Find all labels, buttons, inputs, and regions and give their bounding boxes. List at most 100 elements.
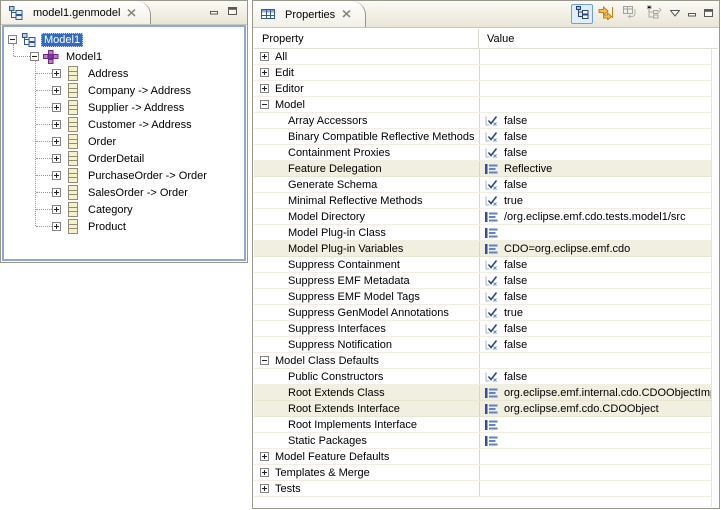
property-value-cell[interactable]: false [479,369,718,384]
expand-icon[interactable] [52,120,61,129]
expand-icon[interactable] [52,154,61,163]
property-value-cell[interactable]: false [479,273,718,288]
property-row-containment-proxies[interactable]: Containment Proxiesfalse [254,145,718,161]
property-value-cell[interactable] [479,417,718,432]
tree-item-order[interactable]: Order [4,133,244,150]
property-row-suppress-containment[interactable]: Suppress Containmentfalse [254,257,718,273]
tree-item-orderdetail[interactable]: OrderDetail [4,150,244,167]
category-row-model[interactable]: Model [254,97,718,113]
property-value-cell[interactable]: false [479,145,718,160]
view-menu-button[interactable] [667,4,683,24]
property-value-cell[interactable]: /org.eclipse.emf.cdo.tests.model1/src [479,209,718,224]
property-row-minimal-reflective-methods[interactable]: Minimal Reflective Methodstrue [254,193,718,209]
category-row-editor[interactable]: Editor [254,81,718,97]
property-value-cell[interactable]: false [479,129,718,144]
expand-icon[interactable] [52,205,61,214]
category-row-templates-merge[interactable]: Templates & Merge [254,465,718,481]
show-categories-button[interactable] [643,4,665,24]
tree-item-product[interactable]: Product [4,218,244,235]
property-value-cell[interactable]: false [479,177,718,192]
property-row-static-packages[interactable]: Static Packages [254,433,718,449]
tree-item-salesorder-order[interactable]: SalesOrder -> Order [4,184,244,201]
property-row-suppress-notification[interactable]: Suppress Notificationfalse [254,337,718,353]
expand-icon[interactable] [260,484,269,493]
property-value-cell[interactable]: org.eclipse.emf.cdo.CDOObject [479,401,718,416]
property-row-generate-schema[interactable]: Generate Schemafalse [254,177,718,193]
property-row-suppress-emf-model-tags[interactable]: Suppress EMF Model Tags false [254,289,718,305]
category-row-tests[interactable]: Tests [254,481,718,497]
category-row-model-feature-defaults[interactable]: Model Feature Defaults [254,449,718,465]
expand-icon[interactable] [52,103,61,112]
property-value-cell[interactable]: CDO=org.eclipse.emf.cdo [479,241,718,256]
property-row-suppress-genmodel-annotations[interactable]: Suppress GenModel Annotationstrue [254,305,718,321]
tree-item-address[interactable]: Address [4,65,244,82]
property-value-cell[interactable]: false [479,113,718,128]
tab-model1-genmodel[interactable]: model1.genmodel [1,1,151,24]
property-row-root-extends-class[interactable]: Root Extends Classorg.eclipse.emf.intern… [254,385,718,401]
tree-item-company-address[interactable]: Company -> Address [4,82,244,99]
property-row-binary-compatible-reflective-methods[interactable]: Binary Compatible Reflective Methodsfals… [254,129,718,145]
property-value-cell[interactable]: false [479,321,718,336]
tab-properties[interactable]: Properties [253,1,366,27]
column-header-value[interactable]: Value [479,29,718,48]
close-icon[interactable] [342,10,351,18]
minimize-button[interactable] [685,4,699,24]
tree-item-label: Order [85,135,119,149]
tree-item-model1[interactable]: Model1 [4,31,244,48]
expand-icon[interactable] [260,84,269,93]
expand-icon[interactable] [52,171,61,180]
restore-default-button[interactable] [619,4,641,24]
property-row-public-constructors[interactable]: Public Constructorsfalse [254,369,718,385]
collapse-icon[interactable] [30,52,39,61]
property-value-cell[interactable]: org.eclipse.emf.internal.cdo.CDOObjectIm… [479,385,718,400]
maximize-button[interactable] [227,6,238,19]
category-row-edit[interactable]: Edit [254,65,718,81]
expand-icon[interactable] [52,188,61,197]
property-label: Editor [275,83,304,95]
column-header-property[interactable]: Property [254,29,479,48]
property-row-model-directory[interactable]: Model Directory/org.eclipse.emf.cdo.test… [254,209,718,225]
property-row-array-accessors[interactable]: Array Accessorsfalse [254,113,718,129]
collapse-icon[interactable] [260,100,269,109]
property-label: Suppress EMF Model Tags [288,291,420,303]
collapse-icon[interactable] [260,356,269,365]
property-value-cell[interactable]: Reflective [479,161,718,176]
tree-item-customer-address[interactable]: Customer -> Address [4,116,244,133]
property-value-cell[interactable]: true [479,305,718,320]
property-row-feature-delegation[interactable]: Feature DelegationReflective [254,161,718,177]
property-row-suppress-interfaces[interactable]: Suppress Interfacesfalse [254,321,718,337]
expand-icon[interactable] [52,69,61,78]
property-row-root-implements-interface[interactable]: Root Implements Interface [254,417,718,433]
scrollbar-gutter [711,49,718,507]
property-row-root-extends-interface[interactable]: Root Extends Interfaceorg.eclipse.emf.cd… [254,401,718,417]
property-row-model-plug-in-class[interactable]: Model Plug-in Class [254,225,718,241]
expand-icon[interactable] [260,468,269,477]
expand-icon[interactable] [260,452,269,461]
close-icon[interactable] [127,9,136,17]
property-row-model-plug-in-variables[interactable]: Model Plug-in VariablesCDO=org.eclipse.e… [254,241,718,257]
property-value-cell[interactable] [479,225,718,240]
tree-item-purchaseorder-order[interactable]: PurchaseOrder -> Order [4,167,244,184]
tree-item-category[interactable]: Category [4,201,244,218]
property-name-cell: Minimal Reflective Methods [254,193,479,208]
property-value-cell[interactable]: false [479,337,718,352]
tree-item-supplier-address[interactable]: Supplier -> Address [4,99,244,116]
property-value-cell[interactable]: false [479,289,718,304]
minimize-button[interactable] [209,6,220,19]
expand-icon[interactable] [260,52,269,61]
category-row-all[interactable]: All [254,49,718,65]
collapse-icon[interactable] [8,35,17,44]
tree-mode-button[interactable] [571,4,593,24]
property-value-cell[interactable]: false [479,257,718,272]
expand-icon[interactable] [52,222,61,231]
maximize-button[interactable] [701,4,715,24]
expand-icon[interactable] [52,86,61,95]
category-row-model-class-defaults[interactable]: Model Class Defaults [254,353,718,369]
expand-icon[interactable] [52,137,61,146]
property-value-cell[interactable] [479,433,718,448]
property-value-cell[interactable]: true [479,193,718,208]
property-row-suppress-emf-metadata[interactable]: Suppress EMF Metadatafalse [254,273,718,289]
show-advanced-button[interactable] [595,4,617,24]
expand-icon[interactable] [260,68,269,77]
tree-item-model1[interactable]: Model1 [4,48,244,65]
